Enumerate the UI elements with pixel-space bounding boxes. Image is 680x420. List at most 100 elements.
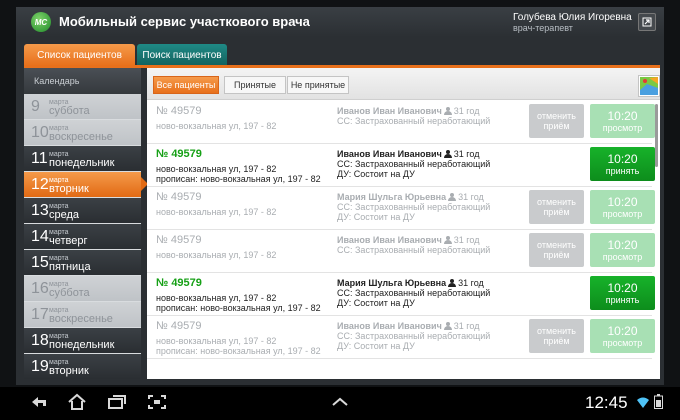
calendar-day[interactable]: 9 марта суббота (24, 94, 141, 119)
appointment-time: 10:20 (607, 238, 638, 252)
calendar-title: Календарь (24, 68, 141, 94)
screenshot-icon[interactable] (146, 393, 168, 411)
day-weekday: четверг (49, 234, 88, 247)
day-weekday: воскресенье (49, 312, 113, 325)
exit-button[interactable] (638, 13, 656, 31)
map-icon (640, 77, 658, 95)
patient-row[interactable]: № 49579 ново-вокзальная ул, 197 - 82 пропи… (147, 144, 655, 187)
patient-age: 31 год (453, 321, 480, 331)
patient-name: Иванов Иван Иванович (337, 321, 442, 331)
list-scrollbar[interactable] (655, 104, 658, 167)
patient-row[interactable]: № 49579 ново-вокзальная ул, 197 - 82 пропи… (147, 316, 655, 359)
day-number: 17 (31, 305, 49, 323)
patient-info: Иванов Иван Иванович 31 год СС: Застрахова… (337, 149, 490, 179)
filter-accepted-button[interactable]: Принятые (224, 76, 286, 94)
patient-address-block: ново-вокзальная ул, 197 - 82 прописан: но… (156, 164, 321, 184)
patient-age: 31 год (458, 192, 484, 202)
patient-age: 31 год (453, 149, 480, 159)
patient-address-block: ново-вокзальная ул, 197 - 82 прописан: но… (156, 336, 321, 356)
system-clock: 12:45 (585, 393, 628, 412)
calendar-sidebar: Календарь 9 марта суббота 10 марта воскресень… (24, 68, 148, 379)
person-icon (448, 279, 457, 287)
day-number: 9 (31, 97, 40, 115)
cancel-appointment-button[interactable]: отменить приём (529, 233, 584, 267)
patient-number: № 49579 (156, 234, 202, 246)
map-button[interactable] (638, 75, 660, 97)
patient-info: Иванов Иван Иванович 31 год СС: Застрахова… (337, 321, 490, 351)
exit-arrow-icon (642, 17, 652, 27)
patient-age: 31 год (453, 235, 480, 245)
patient-row[interactable]: № 49579 ново-вокзальная ул, 197 - 82 Мария… (147, 187, 655, 230)
patient-dispensary: ДУ: Состоит на ДУ (337, 212, 415, 222)
calendar-day[interactable]: 17 марта воскресенье (24, 302, 141, 327)
filter-all-button[interactable]: Все пациенты (153, 76, 219, 94)
patient-info: Иванов Иван Иванович 31 год СС: Застрахова… (337, 106, 490, 126)
patient-dispensary: ДУ: Состоит на ДУ (337, 169, 415, 179)
day-number: 13 (31, 201, 49, 219)
day-weekday: вторник (49, 182, 89, 195)
view-button[interactable]: 10:20 просмотр (590, 190, 655, 224)
calendar-day[interactable]: 11 марта понедельник (24, 146, 141, 171)
patient-insurance: СС: Застрахованный неработающий (337, 202, 491, 212)
patient-number: № 49579 (156, 148, 202, 160)
patient-age: 31 год (453, 106, 480, 116)
patient-row[interactable]: № 49579 ново-вокзальная ул, 197 - 82 Ивано… (147, 101, 655, 144)
day-number: 14 (31, 227, 49, 245)
day-label: марта среда (49, 202, 80, 221)
patient-registration: прописан: ново-вокзальная ул, 197 - 82 (156, 303, 321, 313)
app-header: MC Мобильный сервис участкового врача Го… (16, 7, 664, 37)
patient-row[interactable]: № 49579 ново-вокзальная ул, 197 - 82 пропи… (147, 273, 655, 316)
back-icon[interactable] (28, 393, 50, 411)
patient-dispensary: ДУ: Состоит на ДУ (337, 298, 415, 308)
patient-number: № 49579 (156, 320, 202, 332)
day-label: марта понедельник (49, 150, 114, 169)
appointment-action: просмотр (602, 338, 643, 348)
view-button[interactable]: 10:20 просмотр (590, 104, 655, 138)
cancel-appointment-button[interactable]: отменить приём (529, 319, 584, 353)
view-button[interactable]: 10:20 просмотр (590, 319, 655, 353)
recent-apps-icon[interactable] (106, 393, 128, 411)
patient-row[interactable]: № 49579 ново-вокзальная ул, 197 - 82 Ивано… (147, 230, 655, 273)
menu-up-icon[interactable] (330, 393, 350, 411)
home-icon[interactable] (66, 393, 88, 411)
day-number: 18 (31, 331, 49, 349)
calendar-day[interactable]: 16 марта суббота (24, 276, 141, 301)
appointment-action: принять (605, 166, 640, 176)
appointment-time: 10:20 (607, 109, 638, 123)
day-label: марта пятница (49, 254, 91, 273)
patient-age: 31 год (458, 278, 484, 288)
user-name: Голубева Юлия Игоревна (513, 12, 632, 23)
filter-not-accepted-button[interactable]: Не принятые (287, 76, 349, 94)
tab-patients-list[interactable]: Список пациентов (24, 44, 135, 66)
day-label: марта вторник (49, 358, 89, 377)
calendar-day[interactable]: 18 марта понедельник (24, 328, 141, 353)
patient-number: № 49579 (156, 277, 202, 289)
day-weekday: среда (49, 208, 80, 221)
calendar-day[interactable]: 10 марта воскресенье (24, 120, 141, 145)
appointment-time: 10:20 (607, 324, 638, 338)
calendar-day[interactable]: 12 марта вторник (24, 172, 148, 197)
cancel-appointment-button[interactable]: отменить приём (529, 104, 584, 138)
day-label: марта четверг (49, 228, 88, 247)
calendar-day[interactable]: 13 марта среда (24, 198, 141, 223)
patient-address: ново-вокзальная ул, 197 - 82 (156, 336, 277, 346)
view-button[interactable]: 10:20 просмотр (590, 233, 655, 267)
patient-address: ново-вокзальная ул, 197 - 82 (156, 121, 277, 131)
day-number: 19 (31, 357, 49, 375)
calendar-day[interactable]: 14 марта четверг (24, 224, 141, 249)
app-window: MC Мобильный сервис участкового врача Го… (16, 7, 664, 385)
calendar-day[interactable]: 19 марта вторник (24, 354, 141, 379)
calendar-day[interactable]: 15 марта пятница (24, 250, 141, 275)
day-weekday: пятница (49, 260, 91, 273)
day-weekday: суббота (49, 104, 90, 117)
system-nav-bar: 12:45 (0, 387, 680, 420)
cancel-appointment-button[interactable]: отменить приём (529, 190, 584, 224)
tab-patient-search[interactable]: Поиск пациентов (137, 44, 227, 66)
calendar-days: 9 марта суббота 10 марта воскресенье 11 марта по… (24, 94, 148, 379)
appointment-action: просмотр (602, 252, 643, 262)
patient-name: Мария Шульга Юрьевна (337, 278, 447, 288)
accept-button[interactable]: 10:20 принять (590, 147, 655, 181)
day-number: 10 (31, 123, 49, 141)
appointment-action: принять (605, 295, 640, 305)
accept-button[interactable]: 10:20 принять (590, 276, 655, 310)
